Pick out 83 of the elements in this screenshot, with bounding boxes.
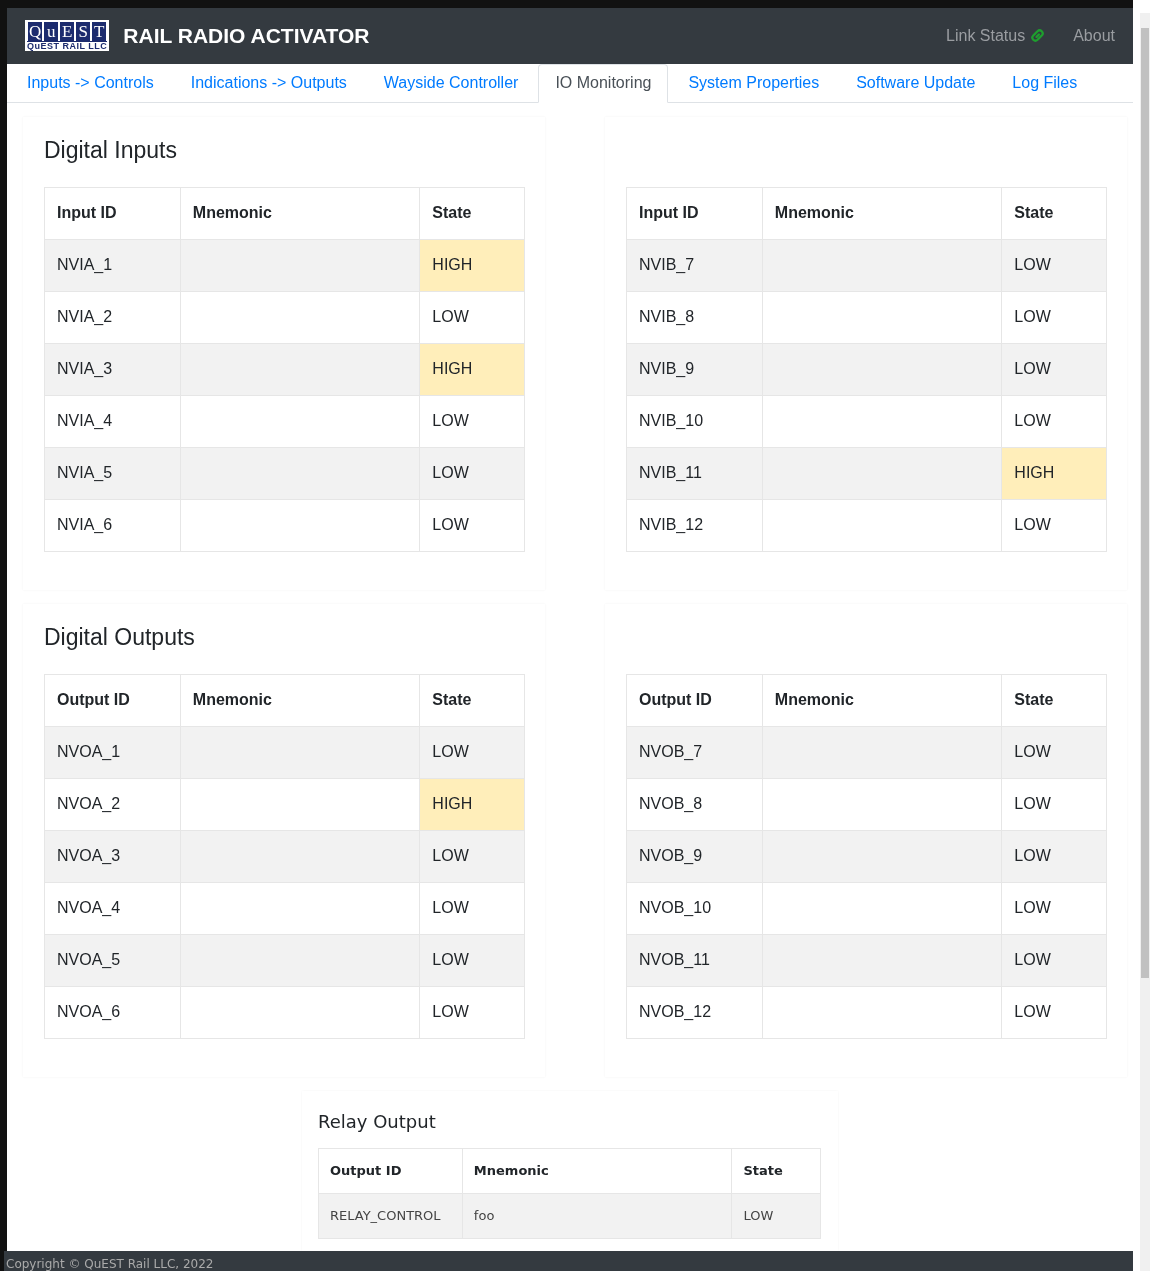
table-cell: NVIA_6 (44, 499, 181, 552)
table-cell: NVIA_3 (44, 343, 181, 396)
table-cell: NVOA_2 (44, 778, 181, 831)
state-cell: LOW (419, 291, 525, 344)
state-cell: LOW (419, 882, 525, 935)
table-cell: NVOA_3 (44, 830, 181, 883)
state-cell: LOW (1001, 395, 1107, 448)
state-cell: LOW (419, 447, 525, 500)
link-icon (1030, 28, 1046, 44)
nav-tab[interactable]: Inputs -> Controls (10, 63, 171, 103)
section-title: Digital Outputs (44, 624, 196, 652)
table-cell: NVOB_7 (626, 726, 763, 779)
table-cell: NVIB_7 (626, 239, 763, 292)
table-cell: NVOA_6 (44, 986, 181, 1039)
company-logo: Q u E S T QuEST RAIL LLC (25, 20, 110, 52)
header-link[interactable]: Link Status (946, 26, 1046, 45)
state-cell: LOW (1001, 726, 1107, 779)
column-header: Output ID (626, 674, 763, 727)
state-cell: LOW (419, 499, 525, 552)
state-cell: HIGH (419, 239, 525, 292)
column-header: Mnemonic (762, 187, 1002, 240)
header-link[interactable]: About (1073, 26, 1115, 45)
copyright-text: Copyright © QuEST Rail LLC, 2022 (4, 1251, 1133, 1271)
state-cell: LOW (419, 395, 525, 448)
nav-tab[interactable]: System Properties (671, 63, 837, 103)
nav-tab[interactable]: Log Files (995, 63, 1095, 103)
column-header: Mnemonic (462, 1148, 732, 1194)
state-cell: LOW (419, 830, 525, 883)
column-header: State (1001, 674, 1107, 727)
table-cell: NVOA_1 (44, 726, 181, 779)
column-header: State (419, 674, 525, 727)
table-cell: NVOB_8 (626, 778, 763, 831)
nav-tab[interactable]: Wayside Controller (366, 63, 536, 103)
scrollbar[interactable] (1140, 13, 1150, 1271)
column-header: State (731, 1148, 821, 1194)
state-cell: LOW (1001, 778, 1107, 831)
table-cell: foo (462, 1193, 732, 1239)
column-header: Output ID (44, 674, 181, 727)
table-cell: RELAY_CONTROL (318, 1193, 463, 1239)
app-title: RAIL RADIO ACTIVATOR (123, 23, 371, 48)
table-cell: NVOB_9 (626, 830, 763, 883)
table-cell: NVIA_4 (44, 395, 181, 448)
table-cell: NVIA_1 (44, 239, 181, 292)
state-cell: LOW (419, 934, 525, 987)
table-cell: NVIA_5 (44, 447, 181, 500)
state-cell: LOW (1001, 882, 1107, 935)
section-title: Relay Output (318, 1111, 437, 1132)
state-cell: HIGH (419, 778, 525, 831)
table-cell: NVOA_5 (44, 934, 181, 987)
column-header: Input ID (626, 187, 763, 240)
column-header: State (419, 187, 525, 240)
state-cell: LOW (419, 986, 525, 1039)
nav-tab[interactable]: Indications -> Outputs (173, 63, 364, 103)
table-cell: NVIA_2 (44, 291, 181, 344)
state-cell: LOW (1001, 239, 1107, 292)
column-header: Input ID (44, 187, 181, 240)
table-cell: NVIB_9 (626, 343, 763, 396)
state-cell: HIGH (419, 343, 525, 396)
state-cell: LOW (1001, 343, 1107, 396)
state-cell: HIGH (1001, 447, 1107, 500)
column-header: Mnemonic (180, 187, 420, 240)
column-header: Output ID (318, 1148, 463, 1194)
table-cell: NVOB_12 (626, 986, 763, 1039)
section-title: Digital Inputs (44, 137, 178, 165)
state-cell: LOW (419, 726, 525, 779)
table-cell: NVIB_8 (626, 291, 763, 344)
nav-tab[interactable]: IO Monitoring (538, 63, 669, 103)
table-cell: NVOA_4 (44, 882, 181, 935)
table-cell: NVOB_10 (626, 882, 763, 935)
state-cell: LOW (1001, 291, 1107, 344)
table-cell: NVIB_12 (626, 499, 763, 552)
column-header: Mnemonic (762, 674, 1002, 727)
table-cell: NVOB_11 (626, 934, 763, 987)
nav-tab[interactable]: Software Update (839, 63, 993, 103)
state-cell: LOW (1001, 934, 1107, 987)
table-cell: NVIB_10 (626, 395, 763, 448)
state-cell: LOW (1001, 986, 1107, 1039)
column-header: Mnemonic (180, 674, 420, 727)
state-cell: LOW (1001, 830, 1107, 883)
column-header: State (1001, 187, 1107, 240)
table-cell: NVIB_11 (626, 447, 763, 500)
state-cell: LOW (1001, 499, 1107, 552)
state-cell: LOW (731, 1193, 821, 1239)
